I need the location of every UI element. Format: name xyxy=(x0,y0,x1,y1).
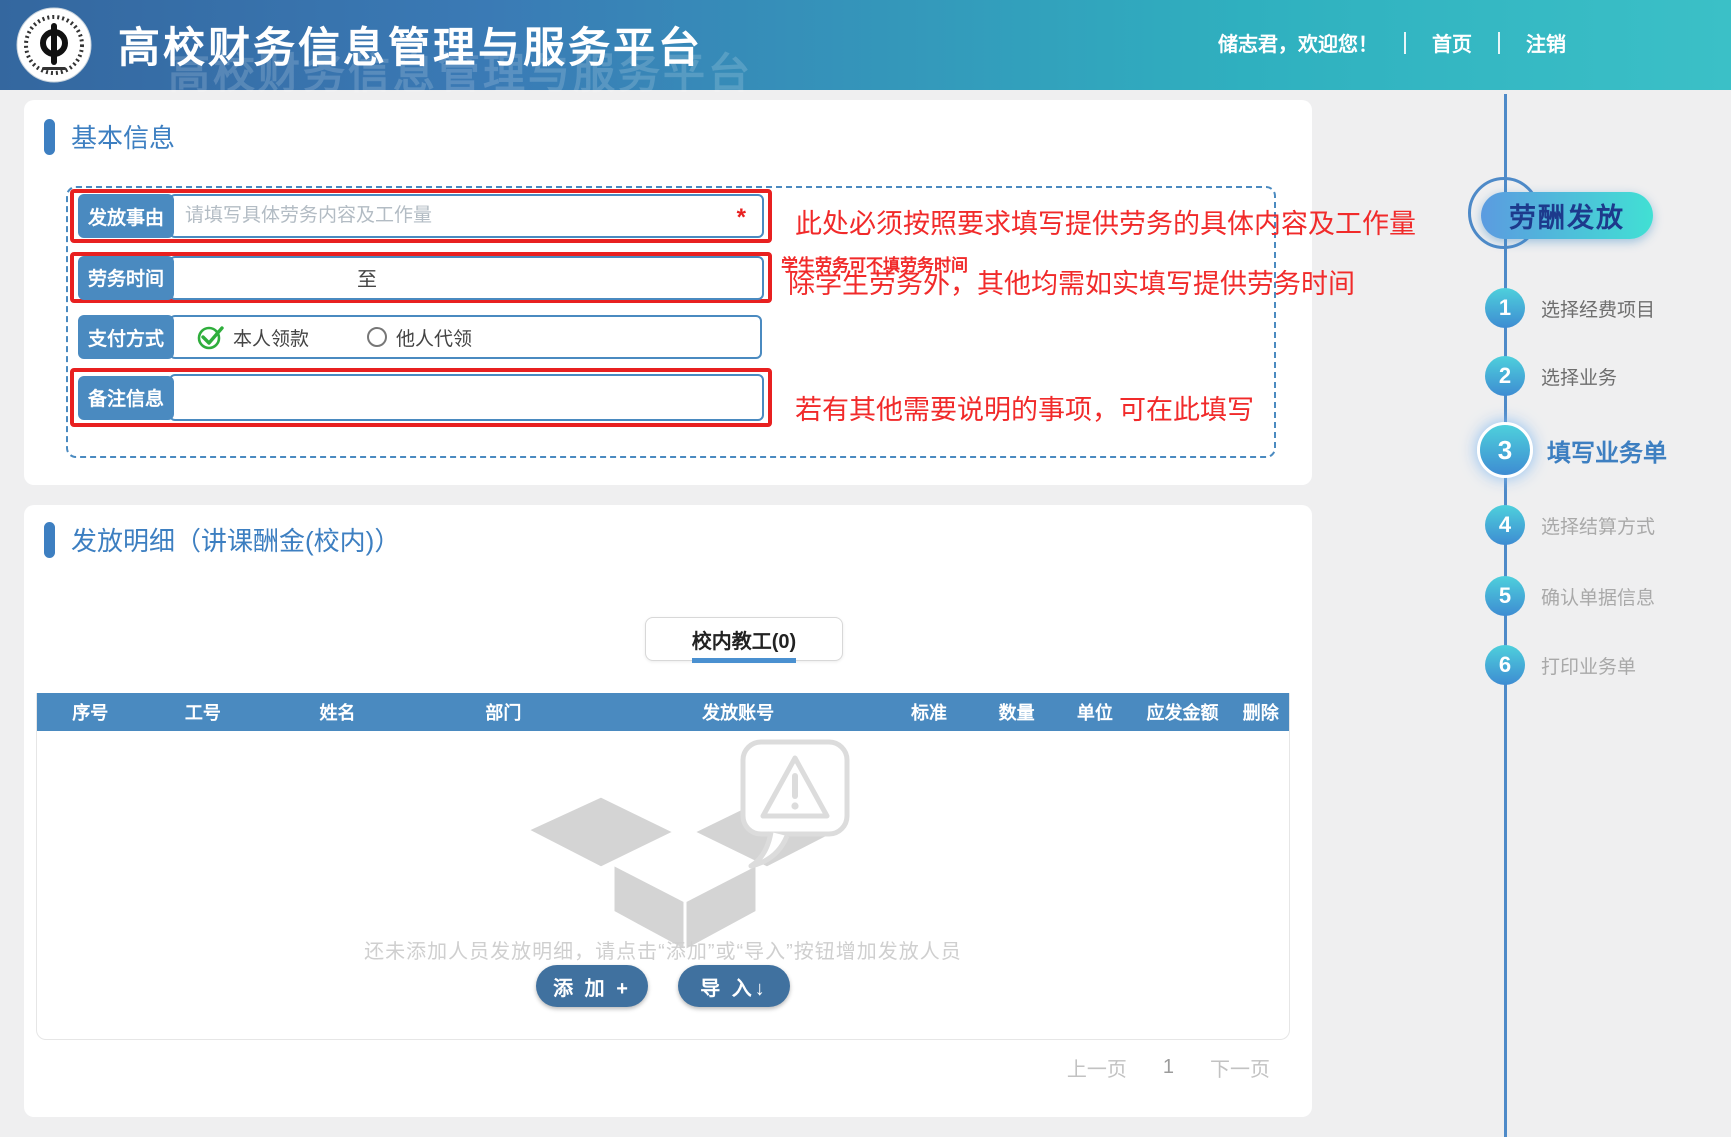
step-1-circle: 1 xyxy=(1485,288,1525,328)
step-5-confirm-info[interactable]: 5 确认单据信息 xyxy=(1485,576,1655,616)
reason-field-label: 发放事由 xyxy=(78,194,174,238)
annotation-box-reason: 发放事由 * xyxy=(70,189,772,243)
payout-table-header: 序号 工号 姓名 部门 发放账号 标准 数量 单位 应发金额 删除 xyxy=(37,693,1289,731)
pagination: 上一页 1 下一页 xyxy=(1067,1053,1270,1082)
col-standard: 标准 xyxy=(882,699,976,725)
table-action-buttons: 添 加 + 导 入↓ xyxy=(536,965,790,1007)
payout-table: 序号 工号 姓名 部门 发放账号 标准 数量 单位 应发金额 删除 xyxy=(36,693,1290,1040)
period-to-text: 至 xyxy=(357,263,377,292)
basic-info-section-head: 基本信息 xyxy=(44,118,175,155)
welcome-text: 储志君，欢迎您！ xyxy=(1218,28,1378,57)
nav-logout-link[interactable]: 注销 xyxy=(1526,28,1566,57)
payout-detail-card: 发放明细（讲课酬金(校内)） 校内教工(0) 序号 工号 姓名 部门 发放账号 … xyxy=(24,505,1312,1117)
col-unit: 单位 xyxy=(1057,699,1132,725)
step-6-print-form[interactable]: 6 打印业务单 xyxy=(1485,645,1636,685)
current-page-number[interactable]: 1 xyxy=(1163,1056,1174,1079)
step-2-circle: 2 xyxy=(1485,356,1525,396)
step-1-select-funding[interactable]: 1 选择经费项目 xyxy=(1485,288,1655,328)
col-quantity: 数量 xyxy=(976,699,1057,725)
col-department: 部门 xyxy=(413,699,595,725)
field-row-reason: 发放事由 * xyxy=(78,194,764,238)
period-input-wrap[interactable]: 至 xyxy=(169,256,764,300)
prev-page-button[interactable]: 上一页 xyxy=(1067,1053,1127,1082)
empty-state-text: 还未添加人员发放明细，请点击“添加”或“导入”按钮增加发放人员 xyxy=(37,935,1289,964)
active-tab-indicator xyxy=(692,658,796,663)
app-title: 高校财务信息管理与服务平台 xyxy=(118,14,703,75)
step-2-select-business[interactable]: 2 选择业务 xyxy=(1485,356,1617,396)
col-delete: 删除 xyxy=(1233,699,1289,725)
step-6-circle: 6 xyxy=(1485,645,1525,685)
step-2-label: 选择业务 xyxy=(1541,363,1617,390)
checked-radio-icon xyxy=(197,324,224,351)
tab-campus-staff[interactable]: 校内教工(0) xyxy=(645,617,843,661)
basic-info-title: 基本信息 xyxy=(71,118,175,155)
reason-input-wrap: * xyxy=(169,194,764,238)
annotation-reason-note: 此处必须按照要求填写提供劳务的具体内容及工作量 xyxy=(795,202,1416,241)
import-button[interactable]: 导 入↓ xyxy=(678,965,790,1007)
step-4-label: 选择结算方式 xyxy=(1541,512,1655,539)
section-marker-bar xyxy=(44,119,55,155)
col-amount: 应发金额 xyxy=(1132,699,1232,725)
university-logo xyxy=(16,7,92,83)
col-staff-id: 工号 xyxy=(143,699,262,725)
field-row-remark: 备注信息 xyxy=(78,374,764,421)
step-3-fill-form-active[interactable]: 3 填写业务单 xyxy=(1477,422,1667,478)
reason-input[interactable] xyxy=(185,205,714,227)
tab-campus-staff-label: 校内教工(0) xyxy=(692,625,796,654)
radio-proxy-label: 他人代领 xyxy=(396,324,472,351)
unchecked-radio-icon xyxy=(367,327,387,347)
step-4-settlement-method[interactable]: 4 选择结算方式 xyxy=(1485,505,1655,545)
step-3-label: 填写业务单 xyxy=(1547,433,1667,468)
payment-field-label: 支付方式 xyxy=(78,315,174,359)
empty-box-icon xyxy=(515,738,855,953)
payment-options-wrap: 本人领款 他人代领 xyxy=(169,315,762,359)
step-5-label: 确认单据信息 xyxy=(1541,583,1655,610)
step-4-circle: 4 xyxy=(1485,505,1525,545)
radio-proxy-collect[interactable]: 他人代领 xyxy=(367,324,472,351)
annotation-box-remark: 备注信息 xyxy=(70,368,772,427)
app-header: 高校财务信息管理与服务平台 高校财务信息管理与服务平台 储志君，欢迎您！ 首页 … xyxy=(0,0,1731,90)
add-button[interactable]: 添 加 + xyxy=(536,965,648,1007)
radio-self-collect[interactable]: 本人领款 xyxy=(197,324,309,351)
required-asterisk: * xyxy=(737,204,746,232)
col-account: 发放账号 xyxy=(594,699,882,725)
field-row-period: 劳务时间 至 xyxy=(78,256,764,300)
header-nav: 储志君，欢迎您！ 首页 注销 xyxy=(1218,28,1566,57)
step-1-label: 选择经费项目 xyxy=(1541,295,1655,322)
step-6-label: 打印业务单 xyxy=(1541,652,1636,679)
payout-section-head: 发放明细（讲课酬金(校内)） xyxy=(44,521,400,558)
remark-field-label: 备注信息 xyxy=(78,376,174,420)
payout-detail-title: 发放明细（讲课酬金(校内)） xyxy=(71,521,400,558)
step-3-circle: 3 xyxy=(1477,422,1533,478)
nav-divider xyxy=(1498,32,1500,54)
app-window: 高校财务信息管理与服务平台 高校财务信息管理与服务平台 储志君，欢迎您！ 首页 … xyxy=(0,0,1731,1137)
nav-home-link[interactable]: 首页 xyxy=(1432,28,1472,57)
radio-self-label: 本人领款 xyxy=(233,324,309,351)
field-row-payment: 支付方式 本人领款 他人代领 xyxy=(78,315,762,359)
annotation-box-period: 劳务时间 至 xyxy=(70,252,772,303)
annotation-period-note: 除学生劳务外，其他均需如实填写提供劳务时间 xyxy=(788,262,1355,301)
next-page-button[interactable]: 下一页 xyxy=(1210,1053,1270,1082)
col-name: 姓名 xyxy=(262,699,412,725)
workflow-title-badge: 劳酬发放 xyxy=(1481,192,1653,239)
remark-input-wrap xyxy=(169,374,764,421)
step-5-circle: 5 xyxy=(1485,576,1525,616)
annotation-remark-note: 若有其他需要说明的事项，可在此填写 xyxy=(795,388,1254,427)
section-marker-bar xyxy=(44,522,55,558)
nav-divider xyxy=(1404,32,1406,54)
col-index: 序号 xyxy=(37,699,143,725)
payment-radio-group: 本人领款 他人代领 xyxy=(185,324,472,351)
period-field-label: 劳务时间 xyxy=(78,256,174,300)
remark-input[interactable] xyxy=(185,387,714,409)
